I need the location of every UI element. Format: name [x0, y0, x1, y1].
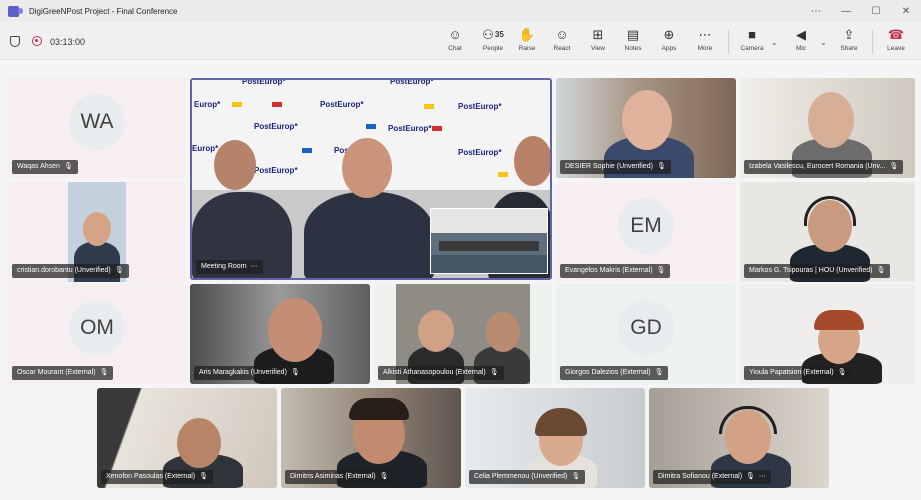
- smiley-icon: ☺: [555, 27, 569, 42]
- grid-icon: ⊞: [592, 27, 604, 42]
- share-icon: ⇪: [843, 27, 855, 42]
- mic-icon: 🎙: [656, 163, 666, 170]
- participant-tile-meeting-room[interactable]: PostEurop* PostEurop* Europ* PostEurop* …: [190, 78, 552, 280]
- participant-tile-desier[interactable]: DESIER Sophie (Unverified) 🎙: [556, 78, 736, 178]
- hand-icon: ✋: [518, 27, 536, 42]
- participant-tile-waqas[interactable]: WA Waqas Ahsen 🎙: [8, 78, 186, 178]
- participant-tile-izabela[interactable]: Izabela Vasilescu, Eurocert Romania (Unv…: [740, 78, 915, 178]
- participant-tile-markos[interactable]: Markos G. Tsipouras | HOU (Unverified) 🎙: [740, 182, 915, 282]
- participant-tile-oscar[interactable]: OM Oscar Mourant (External) 🎙: [8, 284, 186, 384]
- participant-name: Yioula Papatsiori (External) 🎙: [744, 366, 852, 380]
- mic-icon: 🎙: [63, 163, 73, 170]
- participant-name: Markos G. Tsipouras | HOU (Unverified) 🎙: [744, 264, 891, 278]
- title-bar: DigiGreeNPost Project - Final Conference…: [0, 0, 921, 22]
- mic-button[interactable]: ◀ Mic: [786, 26, 816, 56]
- participant-name: Dimitra Sofianou (External) 🎙 ⋯: [653, 470, 771, 484]
- leave-button[interactable]: ☎ Leave: [881, 26, 911, 56]
- mic-icon: 🎙: [99, 369, 109, 376]
- participant-name: Dimitris Asiminas (External) 🎙: [285, 470, 394, 484]
- participant-tile-dimitra[interactable]: Dimitra Sofianou (External) 🎙 ⋯: [649, 388, 829, 488]
- avatar: EM: [618, 198, 674, 254]
- mic-icon: 🎙: [489, 369, 499, 376]
- view-button[interactable]: ⊞ View: [583, 26, 613, 56]
- mic-off-icon: ◀: [796, 27, 806, 42]
- apps-button[interactable]: ⊕ Apps: [654, 26, 684, 56]
- participant-tile-evangelos[interactable]: EM Evangelos Makris (External) 🎙: [556, 182, 736, 282]
- add-app-icon: ⊕: [663, 27, 675, 42]
- people-icon: ⚇: [482, 27, 494, 42]
- minimize-button[interactable]: —: [831, 6, 861, 17]
- more-options-icon[interactable]: ⋯: [759, 470, 766, 484]
- react-button[interactable]: ☺ React: [547, 26, 577, 56]
- close-button[interactable]: ✕: [891, 6, 921, 17]
- toolbar-divider: [728, 30, 729, 54]
- toolbar-divider: [872, 30, 873, 54]
- avatar: WA: [69, 94, 125, 150]
- window-title: DigiGreeNPost Project - Final Conference: [29, 6, 178, 16]
- meeting-stage: WA Waqas Ahsen 🎙 PostEurop* PostEurop* Eu…: [0, 60, 921, 500]
- participant-tile-aris[interactable]: Aris Maragkakis (Unverified) 🎙: [190, 284, 370, 384]
- share-button[interactable]: ⇪ Share: [834, 26, 864, 56]
- participant-name: Evangelos Makris (External) 🎙: [560, 264, 671, 278]
- participant-tile-alkisti[interactable]: Alkisti Athanasopoulou (External) 🎙: [374, 284, 552, 384]
- mic-icon: 🎙: [889, 163, 899, 170]
- chevron-down-icon[interactable]: ⌄: [771, 38, 778, 47]
- more-options-icon[interactable]: ⋯: [251, 260, 258, 274]
- raise-hand-button[interactable]: ✋ Raise: [512, 26, 542, 56]
- mic-icon: 🎙: [746, 473, 755, 480]
- mic-icon: 🎙: [379, 473, 389, 480]
- picture-in-picture-video: [430, 208, 548, 274]
- camera-off-icon: ■: [748, 27, 756, 42]
- participant-name: Xenofon Pasoulas (External) 🎙: [101, 470, 213, 484]
- notes-icon: ▤: [626, 27, 640, 42]
- mic-icon: 🎙: [571, 473, 581, 480]
- shield-icon[interactable]: [10, 36, 20, 47]
- participant-name: Giorgos Dalezios (External) 🎙: [560, 366, 669, 380]
- participant-tile-xenofon[interactable]: Xenofon Pasoulas (External) 🎙: [97, 388, 277, 488]
- mic-icon: 🎙: [114, 267, 124, 274]
- mic-icon: 🎙: [654, 369, 664, 376]
- teams-logo-icon: [8, 5, 23, 17]
- chat-button[interactable]: ☺ Chat: [440, 26, 470, 56]
- chat-icon: ☺: [448, 27, 462, 42]
- people-button[interactable]: ⚇35 People: [476, 26, 510, 56]
- mic-icon: 🎙: [837, 369, 847, 376]
- participant-name: DESIER Sophie (Unverified) 🎙: [560, 160, 671, 174]
- meeting-timer: 03:13:00: [50, 37, 86, 47]
- participant-name: Izabela Vasilescu, Eurocert Romania (Unv…: [744, 160, 904, 174]
- phone-hangup-icon: ☎: [887, 27, 905, 42]
- participant-tile-cristian[interactable]: cristian.dorobantu (Unverified) 🎙: [8, 182, 186, 282]
- mic-icon: 🎙: [656, 267, 666, 274]
- participant-name: Meeting Room ⋯: [196, 260, 263, 274]
- participant-name: Aris Maragkakis (Unverified) 🎙: [194, 366, 305, 380]
- participant-tile-giorgos[interactable]: GD Giorgos Dalezios (External) 🎙: [556, 284, 736, 384]
- notes-button[interactable]: ▤ Notes: [618, 26, 648, 56]
- more-button[interactable]: ⋯ More: [690, 26, 720, 56]
- participant-name: Waqas Ahsen 🎙: [12, 160, 78, 174]
- meeting-toolbar: 03:13:00 ☺ Chat ⚇35 People ✋ Raise ☺ Rea…: [0, 22, 921, 60]
- participant-name: Oscar Mourant (External) 🎙: [12, 366, 114, 380]
- avatar: GD: [618, 300, 674, 356]
- avatar: OM: [69, 300, 125, 356]
- mic-icon: 🎙: [199, 473, 208, 480]
- maximize-button[interactable]: ☐: [861, 6, 891, 17]
- participant-name: cristian.dorobantu (Unverified) 🎙: [12, 264, 129, 278]
- participant-tile-yioula[interactable]: Yioula Papatsiori (External) 🎙: [740, 284, 915, 384]
- participant-name: Celia Plemmenou (Unverified) 🎙: [469, 470, 586, 484]
- participant-tile-celia[interactable]: Celia Plemmenou (Unverified) 🎙: [465, 388, 645, 488]
- mic-icon: 🎙: [876, 267, 886, 274]
- participant-name: Alkisti Athanasopoulou (External) 🎙: [378, 366, 504, 380]
- chevron-down-icon[interactable]: ⌄: [820, 38, 827, 47]
- window-controls: ⋯ — ☐ ✕: [801, 0, 921, 22]
- people-count: 35: [494, 30, 504, 39]
- window-more-button[interactable]: ⋯: [801, 6, 831, 17]
- participant-tile-dimitris[interactable]: Dimitris Asiminas (External) 🎙: [281, 388, 461, 488]
- recording-icon: [32, 36, 42, 46]
- more-icon: ⋯: [698, 27, 712, 42]
- camera-button[interactable]: ■ Camera: [737, 26, 767, 56]
- mic-icon: 🎙: [290, 369, 300, 376]
